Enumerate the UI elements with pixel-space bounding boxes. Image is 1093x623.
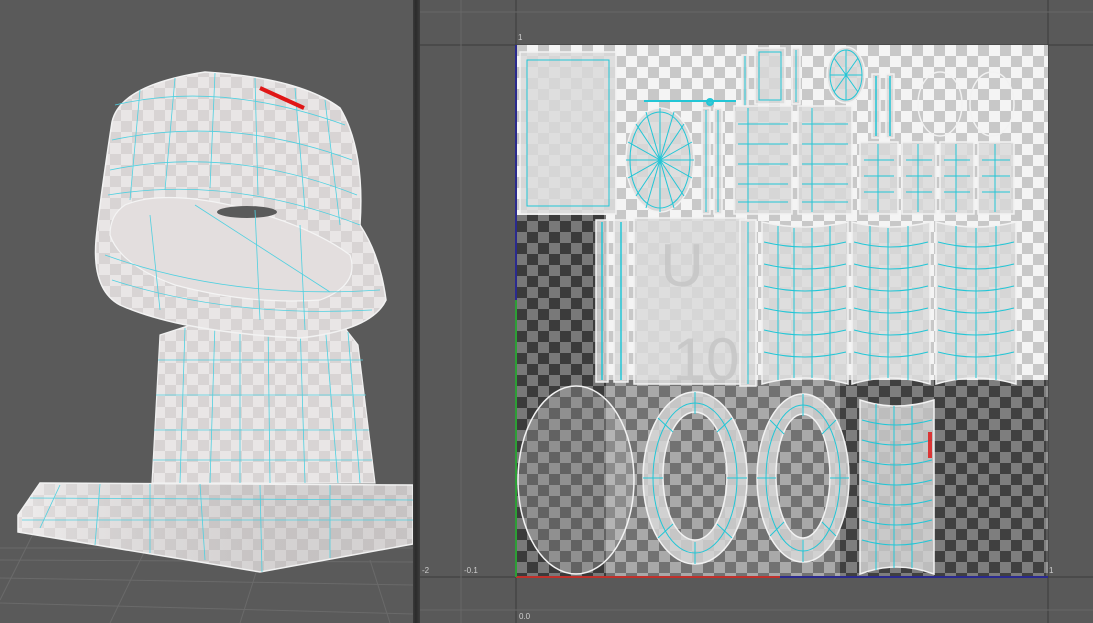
uv-shell-cap[interactable]	[826, 46, 866, 104]
uv-editor-canvas[interactable]: U 10	[420, 0, 1093, 623]
axis-label-minus-two: -2	[422, 566, 430, 575]
uv-shell-sleeves[interactable]	[739, 219, 1017, 387]
selected-uv-edge[interactable]	[928, 432, 932, 458]
uv-shell-bottom-oval[interactable]	[517, 385, 635, 575]
uv-shell-bottom-sleeve[interactable]	[859, 398, 935, 576]
perspective-viewport[interactable]	[0, 0, 413, 623]
v-axis-label-one: 1	[518, 33, 523, 42]
ring-dish[interactable]	[94, 71, 387, 339]
uv-tile-letter-u: U	[660, 232, 703, 299]
uv-shell-disk[interactable]	[625, 107, 695, 213]
u-axis-label-one: 1	[1049, 566, 1054, 575]
viewport-canvas[interactable]	[0, 0, 413, 623]
panel-splitter[interactable]	[413, 0, 420, 623]
pedestal-column[interactable]	[151, 321, 376, 484]
uv-shell-plank[interactable]	[519, 51, 617, 215]
pedestal-base[interactable]	[17, 482, 413, 573]
uv-editor-panel[interactable]: U 10 1 1 -2 -0.1 0.0	[420, 0, 1093, 623]
uv-shell-panel[interactable]: U 10	[595, 217, 747, 393]
uv-tile-number-ten: 10	[673, 326, 740, 393]
axis-label-minus-point-one: -0.1	[464, 566, 478, 575]
axis-label-bottom-zero: 0.0	[519, 612, 531, 621]
